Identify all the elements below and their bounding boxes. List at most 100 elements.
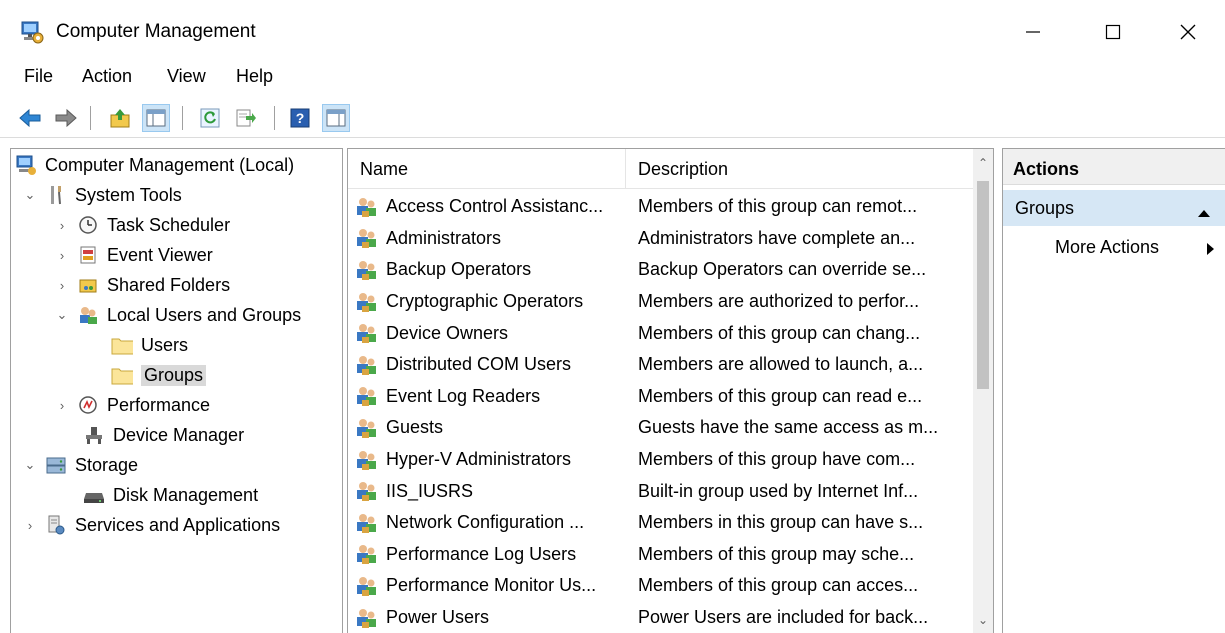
group-icon [354, 448, 380, 472]
column-header-description[interactable]: Description [638, 159, 728, 180]
expand-arrow-icon[interactable]: ⌄ [21, 186, 39, 204]
show-hide-tree-icon [146, 109, 166, 127]
tree-item-system-tools[interactable]: ⌄ System Tools [21, 181, 182, 209]
expand-arrow-icon[interactable]: ⌄ [21, 456, 39, 474]
close-button[interactable] [1165, 14, 1211, 50]
table-row[interactable]: Administrators Administrators have comple… [348, 223, 973, 255]
group-description: Members in this group can have s... [638, 512, 924, 533]
tree-item-root[interactable]: Computer Management (Local) [15, 151, 294, 179]
tree-item-device-manager[interactable]: Device Manager [83, 421, 244, 449]
expand-arrow-icon[interactable]: ⌄ [53, 306, 71, 324]
menu-action[interactable]: Action [82, 66, 132, 87]
up-folder-icon [110, 109, 130, 128]
collapse-up-icon[interactable] [1197, 202, 1211, 223]
group-name: Performance Monitor Us... [386, 575, 597, 596]
group-icon [354, 606, 380, 630]
tree-item-task-scheduler[interactable]: › Task Scheduler [53, 211, 230, 239]
tree-label: Services and Applications [75, 514, 281, 535]
table-row[interactable]: Network Configuration ... Members in this… [348, 507, 973, 539]
collapse-arrow-icon[interactable]: › [53, 216, 71, 234]
tree-label: Device Manager [113, 424, 245, 445]
forward-button[interactable] [52, 104, 80, 132]
table-row[interactable]: Device Owners Members of this group can c… [348, 317, 973, 349]
computer-management-icon [15, 154, 37, 176]
show-hide-action-pane-button[interactable] [322, 104, 350, 132]
actions-pane: Actions Groups More Actions [1002, 148, 1225, 633]
help-button[interactable]: ? [286, 104, 314, 132]
collapse-arrow-icon[interactable]: › [53, 396, 71, 414]
group-description: Power Users are included for back... [638, 607, 929, 628]
submenu-arrow-icon[interactable] [1206, 240, 1216, 261]
table-row[interactable]: Cryptographic Operators Members are autho… [348, 286, 973, 318]
scroll-down-arrow-icon[interactable]: ⌄ [973, 606, 993, 633]
collapse-arrow-icon[interactable]: › [53, 276, 71, 294]
tree-item-users[interactable]: Users [111, 331, 188, 359]
folder-icon [111, 334, 133, 356]
show-hide-tree-button[interactable] [142, 104, 170, 132]
group-icon [354, 226, 380, 250]
tree-item-shared-folders[interactable]: › Shared Folders [53, 271, 230, 299]
tree-label: Performance [107, 394, 211, 415]
table-row[interactable]: Access Control Assistanc... Members of th… [348, 191, 973, 223]
collapse-arrow-icon[interactable]: › [21, 516, 39, 534]
list-header: Name Description [348, 149, 973, 189]
group-icon [354, 195, 380, 219]
table-row[interactable]: Guests Guests have the same access as m..… [348, 412, 973, 444]
table-row[interactable]: Hyper-V Administrators Members of this gr… [348, 444, 973, 476]
tree-item-groups[interactable]: Groups [111, 361, 207, 389]
actions-group-groups[interactable]: Groups [1003, 190, 1225, 226]
tree-item-performance[interactable]: › Performance [53, 391, 210, 419]
refresh-button[interactable] [196, 104, 224, 132]
tree-item-event-viewer[interactable]: › Event Viewer [53, 241, 213, 269]
table-row[interactable]: Performance Log Users Members of this gro… [348, 539, 973, 571]
vertical-scrollbar[interactable]: ⌃ ⌄ [973, 149, 993, 633]
tree-item-local-users-groups[interactable]: ⌄ Local Users and Groups [53, 301, 302, 329]
maximize-button[interactable] [1090, 14, 1136, 50]
menu-help[interactable]: Help [236, 66, 273, 87]
up-button[interactable] [106, 104, 134, 132]
back-button[interactable] [16, 104, 44, 132]
group-icon [354, 290, 380, 314]
menu-view[interactable]: View [167, 66, 206, 87]
tree-item-disk-management[interactable]: Disk Management [83, 481, 258, 509]
scrollbar-thumb[interactable] [977, 181, 989, 389]
tree-item-services-apps[interactable]: › Services and Applications [21, 511, 280, 539]
computer-management-icon [20, 20, 44, 44]
group-name: Access Control Assistanc... [386, 196, 604, 217]
refresh-icon [200, 108, 220, 128]
collapse-arrow-icon[interactable]: › [53, 246, 71, 264]
group-icon [354, 416, 380, 440]
close-icon [1180, 24, 1196, 40]
disk-icon [83, 484, 105, 506]
table-row[interactable]: Power Users Power Users are included for … [348, 602, 973, 633]
group-description: Members are allowed to launch, a... [638, 354, 924, 375]
device-manager-icon [83, 424, 105, 446]
table-row[interactable]: Performance Monitor Us... Members of this… [348, 570, 973, 602]
group-name: Backup Operators [386, 259, 532, 280]
table-row[interactable]: Event Log Readers Members of this group c… [348, 381, 973, 413]
tree-item-storage[interactable]: ⌄ Storage [21, 451, 139, 479]
tree-label: Event Viewer [107, 244, 213, 265]
back-arrow-icon [19, 108, 41, 128]
scroll-up-arrow-icon[interactable]: ⌃ [973, 149, 993, 177]
tools-icon [45, 184, 67, 206]
minimize-button[interactable] [1010, 14, 1056, 50]
column-divider[interactable] [625, 149, 626, 189]
folder-icon [111, 364, 133, 386]
group-description: Backup Operators can override se... [638, 259, 927, 280]
table-row[interactable]: Distributed COM Users Members are allowed… [348, 349, 973, 381]
group-description: Administrators have complete an... [638, 227, 916, 248]
export-list-button[interactable] [232, 104, 260, 132]
table-row[interactable]: IIS_IUSRS Built-in group used by Internet… [348, 475, 973, 507]
shared-folder-icon [77, 274, 99, 296]
group-icon [354, 258, 380, 282]
actions-header: Actions [1003, 149, 1225, 185]
column-header-name[interactable]: Name [360, 159, 408, 180]
group-name: Cryptographic Operators [386, 291, 584, 312]
menu-file[interactable]: File [24, 66, 53, 87]
more-actions-item[interactable]: More Actions [1055, 237, 1159, 258]
group-description: Members of this group can chang... [638, 322, 921, 343]
forward-arrow-icon [55, 108, 77, 128]
table-row[interactable]: Backup Operators Backup Operators can ove… [348, 254, 973, 286]
toolbar-separator [274, 106, 275, 130]
